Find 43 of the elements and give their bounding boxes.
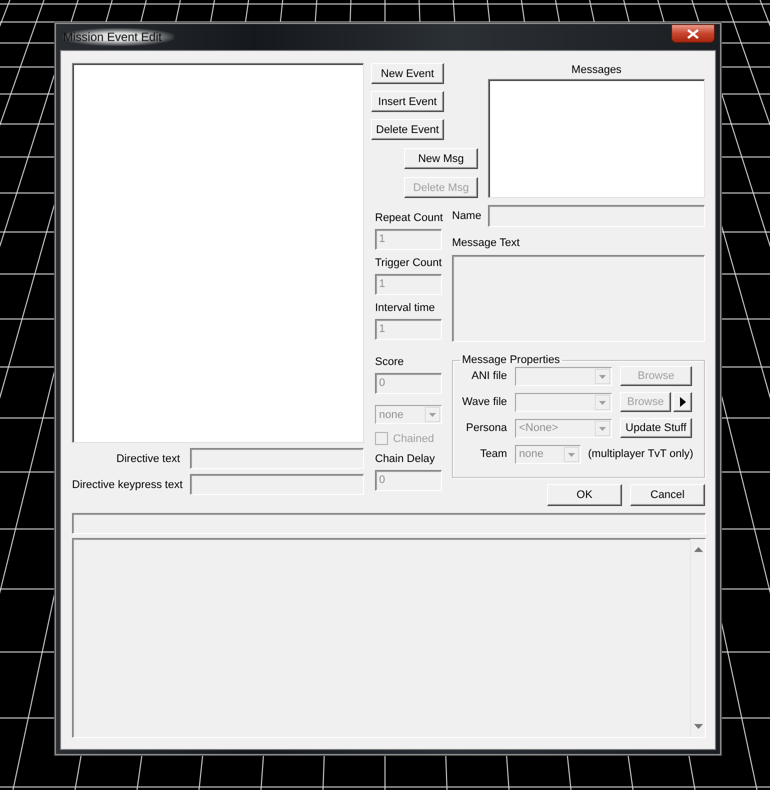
group-title: Message Properties	[461, 354, 561, 366]
caret-icon	[425, 407, 440, 422]
text-field[interactable]	[190, 448, 364, 469]
field-label: ANI file	[470, 370, 507, 382]
dropdown[interactable]	[515, 366, 612, 386]
scrollbar[interactable]	[690, 539, 705, 737]
scroll-up-icon[interactable]	[694, 547, 702, 552]
scroll-down-icon[interactable]	[694, 724, 702, 729]
dropdown[interactable]: none	[515, 444, 581, 464]
field-label: Name	[452, 210, 482, 222]
field-label: Chain Delay	[375, 452, 436, 467]
event-button[interactable]: Delete Event	[371, 119, 444, 140]
caret-icon	[595, 420, 610, 436]
close-button[interactable]	[671, 24, 715, 43]
browse-button[interactable]: Update Stuff	[620, 418, 692, 438]
caret-icon	[595, 368, 610, 384]
play-icon	[680, 397, 686, 407]
caret-icon	[564, 446, 579, 462]
field-label: Score	[375, 355, 405, 370]
team-note: (multiplayer TvT only)	[588, 448, 694, 460]
field-label: Trigger Count	[375, 256, 443, 271]
caret-icon	[595, 394, 610, 410]
dropdown[interactable]: <None>	[515, 418, 612, 438]
name-field[interactable]	[488, 205, 705, 227]
field-label: Interval time	[375, 301, 436, 316]
messages-label: Messages	[571, 63, 622, 78]
dropdown[interactable]	[515, 392, 612, 412]
field-label: Wave file	[461, 396, 507, 408]
message-button[interactable]: New Msg	[404, 148, 478, 169]
message-text-area[interactable]	[452, 255, 705, 342]
text-field[interactable]	[190, 474, 364, 495]
play-button[interactable]	[673, 392, 692, 412]
field-label: Message Text	[452, 236, 521, 251]
field-label: Team	[479, 448, 507, 460]
dialog-button[interactable]: Cancel	[630, 484, 705, 506]
event-button[interactable]: Insert Event	[371, 91, 444, 112]
field-label: Persona	[465, 422, 507, 434]
field-label: Repeat Count	[375, 211, 443, 226]
dialog-button[interactable]: OK	[547, 484, 622, 506]
field-label: Directive text	[115, 452, 180, 464]
close-icon	[687, 28, 699, 38]
event-button[interactable]: New Event	[371, 63, 444, 84]
message-list[interactable]	[488, 79, 705, 198]
